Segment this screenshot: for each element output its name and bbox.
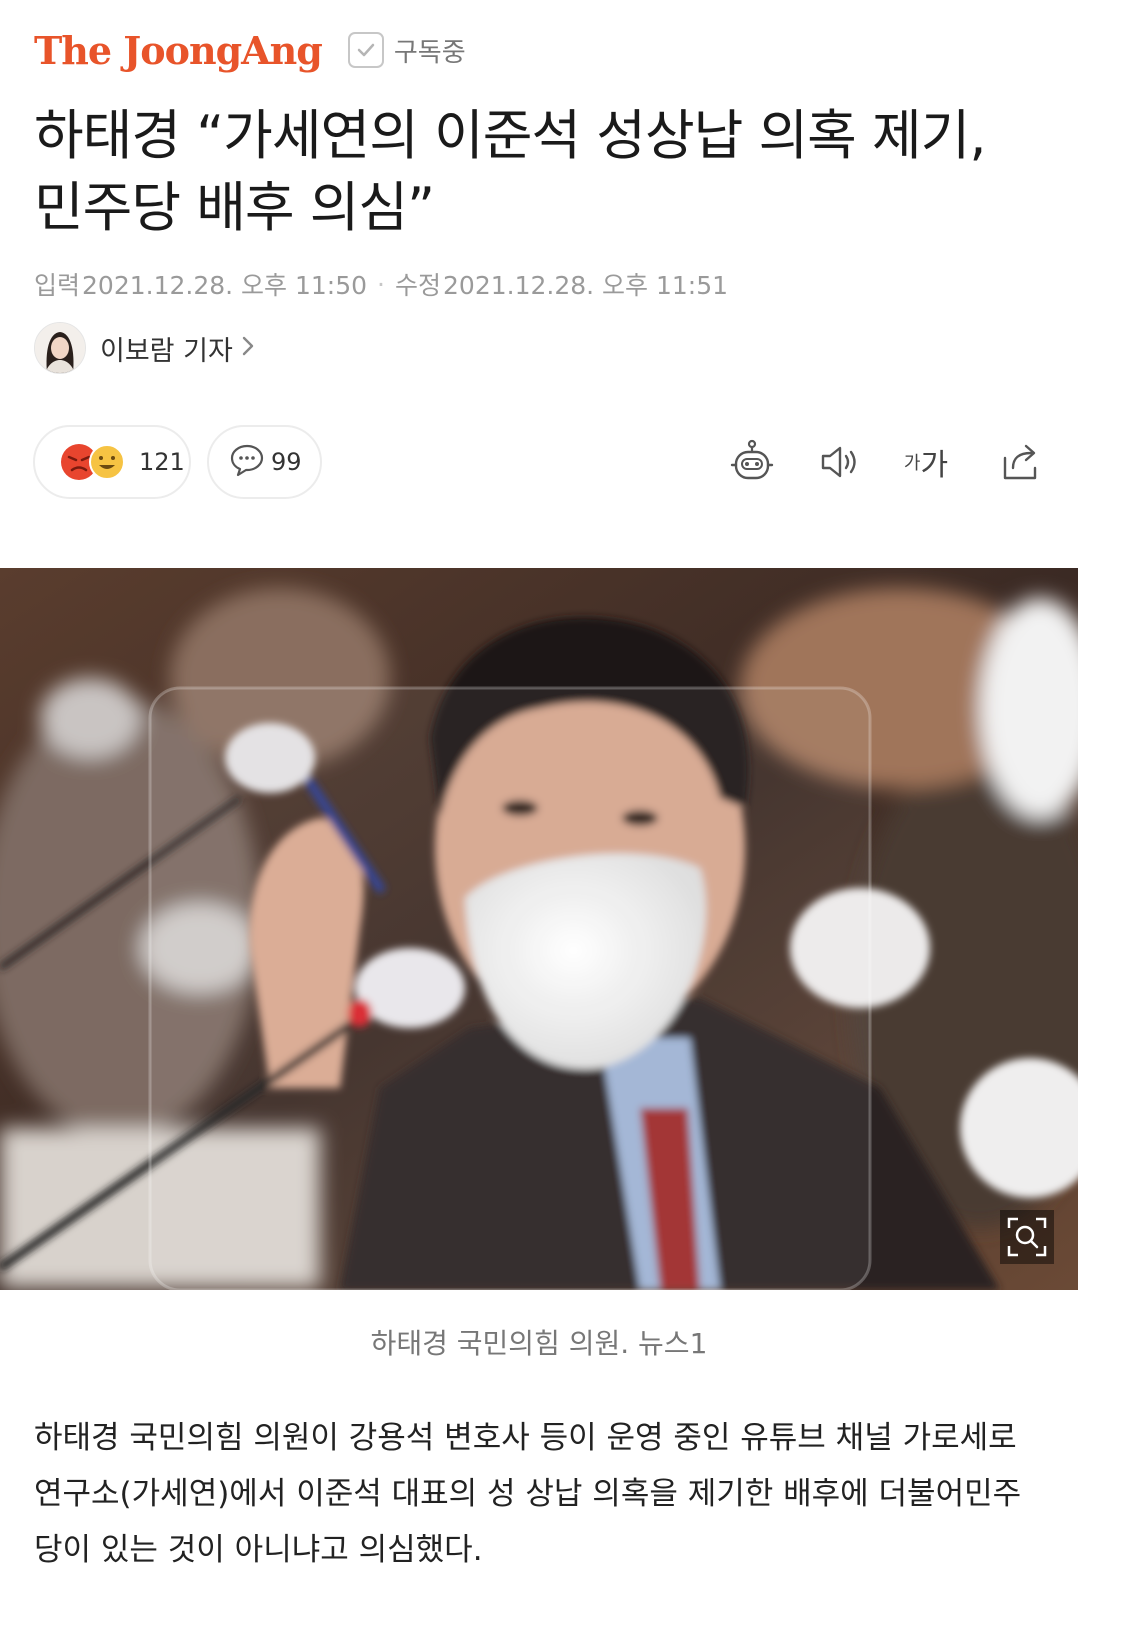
reaction-button[interactable]: 121	[33, 425, 191, 499]
font-size-small-label: 가	[903, 453, 921, 474]
article-photo[interactable]	[0, 568, 1078, 1290]
article-meta: 입력 2021.12.28. 오후 11:50 · 수정 2021.12.28.…	[34, 266, 728, 302]
share-icon[interactable]	[994, 436, 1046, 488]
meta-separator: ·	[377, 269, 385, 299]
speaker-icon[interactable]	[814, 436, 866, 488]
comment-count: 99	[271, 448, 302, 476]
font-size-icon[interactable]: 가가	[900, 436, 952, 488]
input-time: 2021.12.28. 오후 11:50	[82, 271, 368, 300]
subscribe-button[interactable]: 구독중	[347, 32, 466, 69]
reporter-link[interactable]: 이보람 기자	[34, 322, 255, 374]
edit-time: 2021.12.28. 오후 11:51	[443, 271, 729, 300]
chevron-right-icon	[241, 335, 255, 361]
robot-summary-icon[interactable]	[726, 436, 778, 488]
article-body: 하태경 국민의힘 의원이 강용석 변호사 등이 운영 중인 유튜브 채널 가로세…	[34, 1420, 1022, 1568]
photo-image	[0, 568, 1078, 1290]
smile-face-icon	[89, 444, 125, 480]
input-label: 입력	[34, 271, 81, 300]
title-line-2: 민주당 배후 의심”	[34, 176, 435, 239]
comment-button[interactable]: 99	[207, 425, 322, 499]
font-size-large-label: 가	[920, 448, 949, 483]
edit-label: 수정	[395, 271, 442, 300]
subscribe-label: 구독중	[393, 37, 466, 68]
site-logo[interactable]: The JoongAng	[34, 28, 323, 73]
reaction-faces	[61, 444, 125, 480]
reporter-avatar	[34, 322, 86, 374]
check-icon	[347, 32, 384, 68]
photo-caption: 하태경 국민의힘 의원. 뉴스1	[370, 1327, 708, 1360]
comment-bubble-icon	[229, 443, 265, 481]
article-title: 하태경 “가세연의 이준석 성상납 의혹 제기, 민주당 배후 의심”	[34, 100, 1094, 244]
title-line-1: 하태경 “가세연의 이준석 성상납 의혹 제기,	[34, 104, 987, 167]
reporter-name: 이보람 기자	[100, 335, 233, 367]
reaction-count: 121	[139, 448, 185, 476]
zoom-search-icon[interactable]	[1000, 1210, 1054, 1264]
header: The JoongAng 구독중	[34, 22, 466, 78]
